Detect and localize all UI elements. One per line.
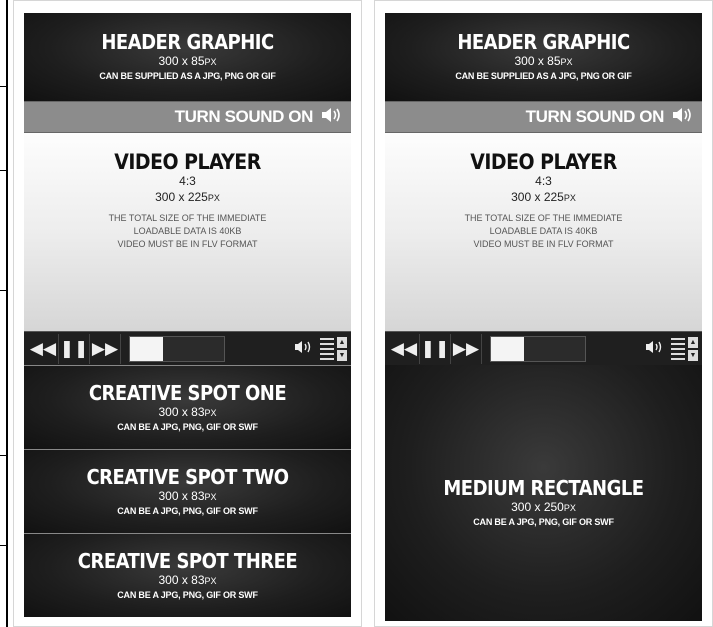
progress-bar[interactable] — [490, 335, 586, 362]
spot-size: 300 x 83PX — [158, 488, 217, 503]
video-controls: ◀◀ ❚❚ ▶▶ ▲ ▼ — [24, 331, 351, 365]
rectangle-note: CAN BE A JPG, PNG, GIF OR SWF — [473, 517, 614, 527]
header-size: 300 x 85PX — [514, 54, 573, 68]
progress-fill — [130, 336, 163, 361]
video-ratio: 4:3 — [179, 174, 196, 188]
turn-sound-on-button[interactable]: TURN SOUND ON — [385, 101, 702, 133]
progress-fill — [491, 336, 524, 361]
forward-button[interactable]: ▶▶ — [90, 333, 121, 364]
creative-spot-two: CREATIVE SPOT TWO 300 x 83PX CAN BE A JP… — [24, 449, 351, 533]
progress-bar[interactable] — [129, 335, 225, 362]
video-description: THE TOTAL SIZE OF THE IMMEDIATE LOADABLE… — [464, 213, 623, 249]
video-player[interactable]: VIDEO PLAYER 4:3 300 x 225PX THE TOTAL S… — [24, 133, 351, 331]
header-graphic: HEADER GRAPHIC 300 x 85PX CAN BE SUPPLIE… — [24, 13, 351, 101]
video-size: 300 x 225PX — [511, 190, 576, 204]
spot-title: CREATIVE SPOT TWO — [86, 464, 289, 489]
edge-tick — [0, 290, 6, 291]
arrow-down-icon[interactable]: ▼ — [688, 349, 698, 361]
spot-size: 300 x 83PX — [158, 404, 217, 419]
spot-note: CAN BE A JPG, PNG, GIF OR SWF — [117, 505, 258, 516]
header-note: CAN BE SUPPLIED AS A JPG, PNG OR GIF — [455, 71, 632, 81]
speaker-icon — [672, 107, 694, 128]
arrow-up-icon[interactable]: ▲ — [688, 336, 698, 348]
sound-label: TURN SOUND ON — [525, 107, 665, 126]
volume-stepper[interactable]: ▲ ▼ — [337, 336, 347, 362]
left-layout-panel: HEADER GRAPHIC 300 x 85PX CAN BE SUPPLIE… — [13, 0, 362, 627]
video-title: VIDEO PLAYER — [114, 150, 261, 174]
rewind-button[interactable]: ◀◀ — [28, 333, 59, 364]
left-edge-border — [0, 0, 8, 627]
header-title: HEADER GRAPHIC — [457, 30, 630, 54]
header-graphic: HEADER GRAPHIC 300 x 85PX CAN BE SUPPLIE… — [385, 13, 702, 101]
spot-note: CAN BE A JPG, PNG, GIF OR SWF — [117, 589, 258, 600]
video-controls: ◀◀ ❚❚ ▶▶ ▲ ▼ — [385, 331, 702, 365]
medium-rectangle: MEDIUM RECTANGLE 300 x 250PX CAN BE A JP… — [385, 365, 702, 621]
video-ratio: 4:3 — [535, 174, 552, 188]
edge-tick — [0, 86, 6, 87]
header-size: 300 x 85PX — [158, 54, 217, 68]
edge-tick — [0, 455, 6, 456]
edge-tick — [0, 170, 6, 171]
menu-icon[interactable] — [671, 337, 685, 360]
arrow-up-icon[interactable]: ▲ — [337, 336, 347, 348]
creative-spot-three: CREATIVE SPOT THREE 300 x 83PX CAN BE A … — [24, 533, 351, 617]
video-size: 300 x 225PX — [155, 190, 220, 204]
menu-icon[interactable] — [320, 337, 334, 360]
spot-title: CREATIVE SPOT ONE — [88, 380, 287, 405]
video-player[interactable]: VIDEO PLAYER 4:3 300 x 225PX THE TOTAL S… — [385, 133, 702, 331]
rectangle-title: MEDIUM RECTANGLE — [443, 476, 644, 500]
spot-title: CREATIVE SPOT THREE — [77, 548, 298, 573]
edge-tick — [0, 545, 6, 546]
volume-icon[interactable] — [645, 340, 665, 358]
rewind-button[interactable]: ◀◀ — [389, 333, 420, 364]
arrow-down-icon[interactable]: ▼ — [337, 349, 347, 361]
speaker-icon — [321, 107, 343, 128]
video-description: THE TOTAL SIZE OF THE IMMEDIATE LOADABLE… — [108, 213, 267, 249]
forward-button[interactable]: ▶▶ — [451, 333, 482, 364]
volume-stepper[interactable]: ▲ ▼ — [688, 336, 698, 362]
header-title: HEADER GRAPHIC — [101, 30, 274, 54]
header-note: CAN BE SUPPLIED AS A JPG, PNG OR GIF — [99, 71, 276, 81]
spot-note: CAN BE A JPG, PNG, GIF OR SWF — [117, 421, 258, 432]
sound-label: TURN SOUND ON — [174, 107, 314, 126]
volume-icon[interactable] — [294, 340, 314, 358]
pause-button[interactable]: ❚❚ — [420, 333, 451, 364]
turn-sound-on-button[interactable]: TURN SOUND ON — [24, 101, 351, 133]
creative-spot-one: CREATIVE SPOT ONE 300 x 83PX CAN BE A JP… — [24, 365, 351, 449]
spot-size: 300 x 83PX — [158, 572, 217, 587]
rectangle-size: 300 x 250PX — [511, 500, 576, 514]
right-layout-panel: HEADER GRAPHIC 300 x 85PX CAN BE SUPPLIE… — [374, 0, 713, 627]
video-title: VIDEO PLAYER — [470, 150, 617, 174]
pause-button[interactable]: ❚❚ — [59, 333, 90, 364]
